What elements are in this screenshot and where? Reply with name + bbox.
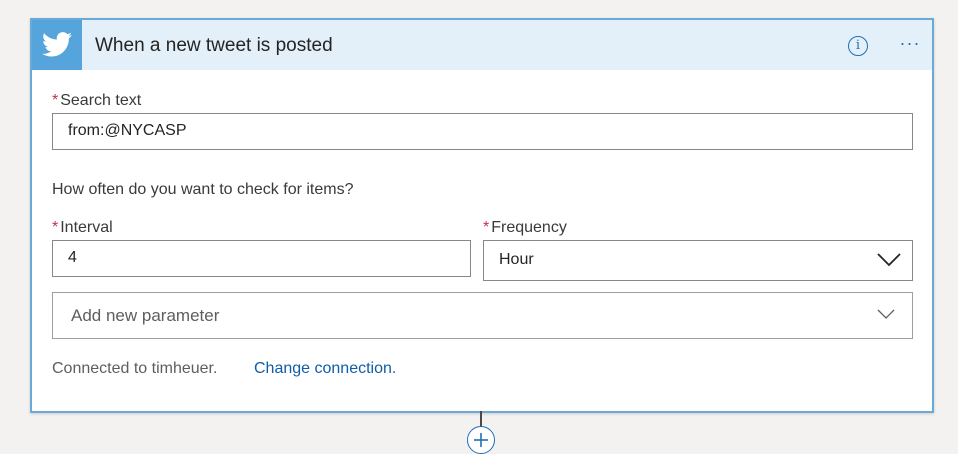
required-marker: * bbox=[52, 92, 59, 109]
chevron-down-icon[interactable] bbox=[876, 251, 902, 267]
search-text-input[interactable]: from:@NYCASP bbox=[52, 113, 913, 150]
frequency-prompt: How often do you want to check for items… bbox=[52, 181, 354, 198]
add-parameter-placeholder: Add new parameter bbox=[71, 306, 220, 325]
add-parameter-dropdown[interactable]: Add new parameter bbox=[52, 292, 913, 339]
twitter-logo bbox=[32, 20, 82, 70]
frequency-label: * Frequency bbox=[483, 219, 567, 237]
required-marker: * bbox=[52, 219, 59, 236]
add-step-button[interactable] bbox=[467, 426, 495, 454]
twitter-bird-icon bbox=[42, 32, 72, 57]
frequency-label-text: Frequency bbox=[491, 219, 567, 236]
trigger-header[interactable]: When a new tweet is posted i ··· bbox=[32, 20, 932, 70]
connection-status: Connected to timheuer. bbox=[52, 360, 218, 377]
flow-connector bbox=[480, 411, 482, 427]
chevron-down-icon bbox=[877, 309, 895, 319]
trigger-title: When a new tweet is posted bbox=[95, 35, 333, 56]
info-icon[interactable]: i bbox=[848, 36, 868, 56]
required-marker: * bbox=[483, 219, 490, 236]
interval-label-text: Interval bbox=[60, 219, 113, 236]
search-text-label-text: Search text bbox=[60, 92, 142, 109]
frequency-selected-value: Hour bbox=[499, 251, 534, 268]
more-options-icon[interactable]: ··· bbox=[896, 30, 924, 58]
trigger-card: When a new tweet is posted i ··· * Search… bbox=[30, 18, 934, 413]
change-connection-link[interactable]: Change connection. bbox=[254, 360, 396, 378]
frequency-select[interactable]: Hour bbox=[483, 240, 913, 281]
interval-input[interactable]: 4 bbox=[52, 240, 471, 277]
plus-icon bbox=[474, 433, 488, 447]
search-text-label: * Search text bbox=[52, 92, 141, 110]
interval-label: * Interval bbox=[52, 219, 113, 237]
